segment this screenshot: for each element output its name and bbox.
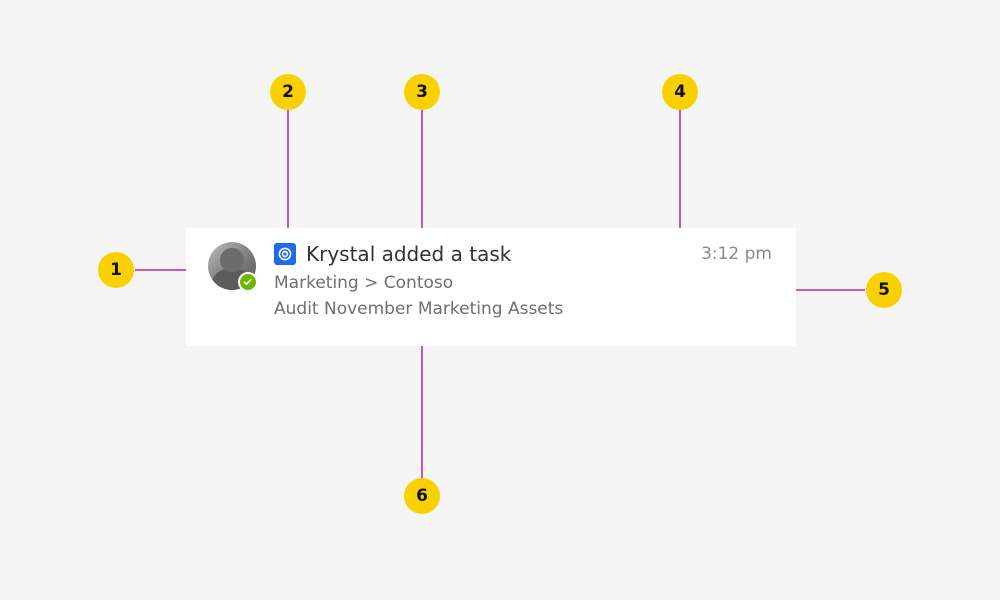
notification-timestamp: 3:12 pm [701, 242, 772, 266]
annotation-badge-2: 2 [270, 74, 306, 110]
notification-breadcrumb: Marketing > Contoso [274, 272, 772, 294]
app-icon [274, 243, 296, 265]
annotation-badge-6: 6 [404, 478, 440, 514]
notification-title: Krystal added a task [306, 242, 511, 266]
annotation-badge-1: 1 [98, 252, 134, 288]
notification-card[interactable]: Krystal added a task 3:12 pm Marketing >… [186, 228, 796, 346]
annotation-badge-3: 3 [404, 74, 440, 110]
presence-available-icon [238, 272, 258, 292]
annotation-badge-4: 4 [662, 74, 698, 110]
annotated-diagram: 1 2 3 4 5 6 Krystal added [0, 0, 1000, 600]
annotation-badge-5: 5 [866, 272, 902, 308]
notification-detail: Audit November Marketing Assets [274, 298, 772, 320]
